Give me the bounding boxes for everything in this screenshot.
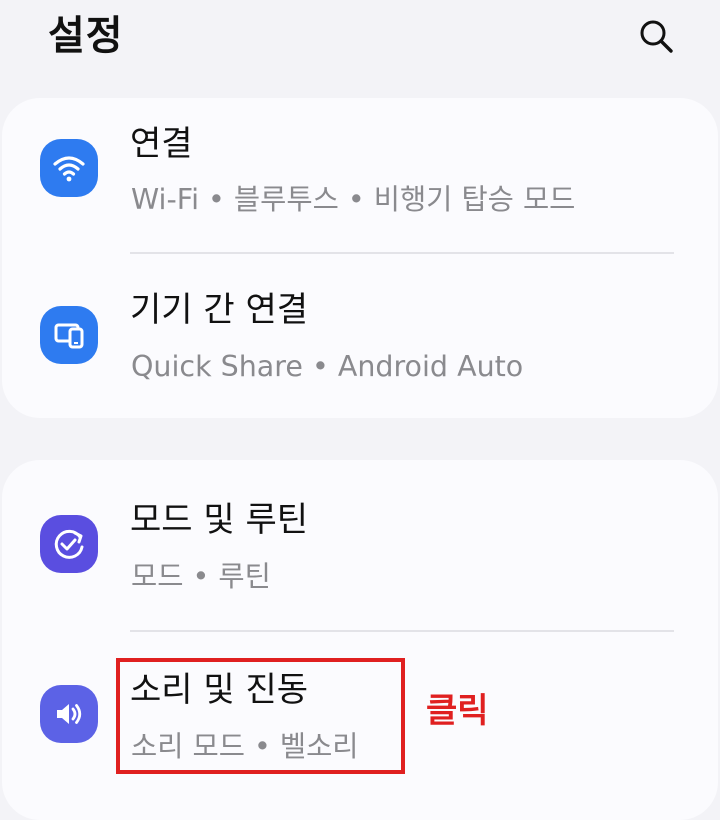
divider (130, 252, 674, 254)
top-app-bar: 설정 (0, 0, 720, 90)
settings-item-title: 기기 간 연결 (130, 290, 309, 330)
volume-icon (40, 685, 98, 743)
routine-check-icon (40, 515, 98, 573)
wifi-icon (40, 139, 98, 197)
settings-item-device-connection[interactable]: 기기 간 연결 Quick Share • Android Auto (2, 258, 718, 408)
settings-item-title: 모드 및 루틴 (130, 500, 309, 540)
page-title: 설정 (48, 13, 124, 59)
divider (130, 630, 674, 632)
settings-item-subtitle: 모드 • 루틴 (131, 560, 271, 593)
settings-item-modes-routines[interactable]: 모드 및 루틴 모드 • 루틴 (2, 460, 718, 610)
search-button[interactable] (630, 10, 682, 62)
settings-item-connections[interactable]: 연결 Wi-Fi • 블루투스 • 비행기 탑승 모드 (2, 98, 718, 248)
settings-item-subtitle: Quick Share • Android Auto (131, 350, 524, 383)
click-annotation-label: 클릭 (426, 691, 489, 731)
settings-item-title: 연결 (130, 124, 193, 164)
settings-group-connections: 연결 Wi-Fi • 블루투스 • 비행기 탑승 모드 기기 간 연결 Quic… (2, 98, 718, 418)
settings-item-subtitle: Wi-Fi • 블루투스 • 비행기 탑승 모드 (131, 183, 576, 216)
device-connection-icon (40, 306, 98, 364)
search-icon (640, 20, 673, 53)
click-highlight-box (116, 658, 405, 774)
